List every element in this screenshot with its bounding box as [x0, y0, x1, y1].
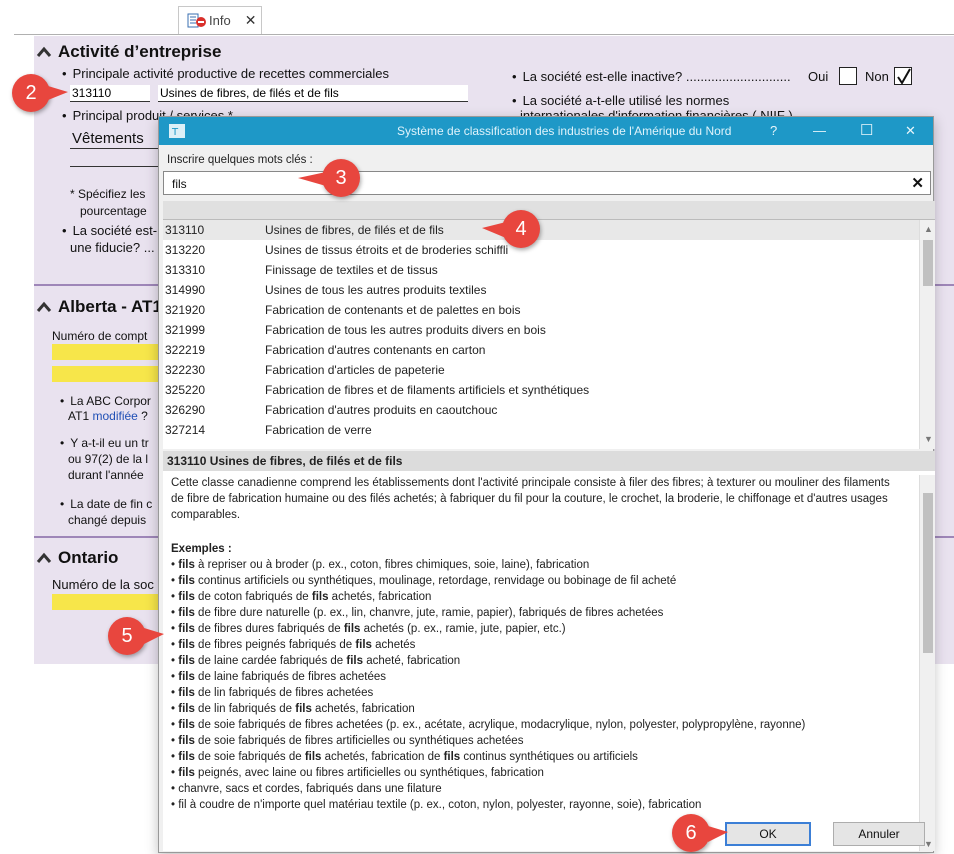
callout-pointers: [48, 86, 728, 842]
screen: Info ✕ Activité d’entreprise Principale …: [0, 0, 954, 854]
